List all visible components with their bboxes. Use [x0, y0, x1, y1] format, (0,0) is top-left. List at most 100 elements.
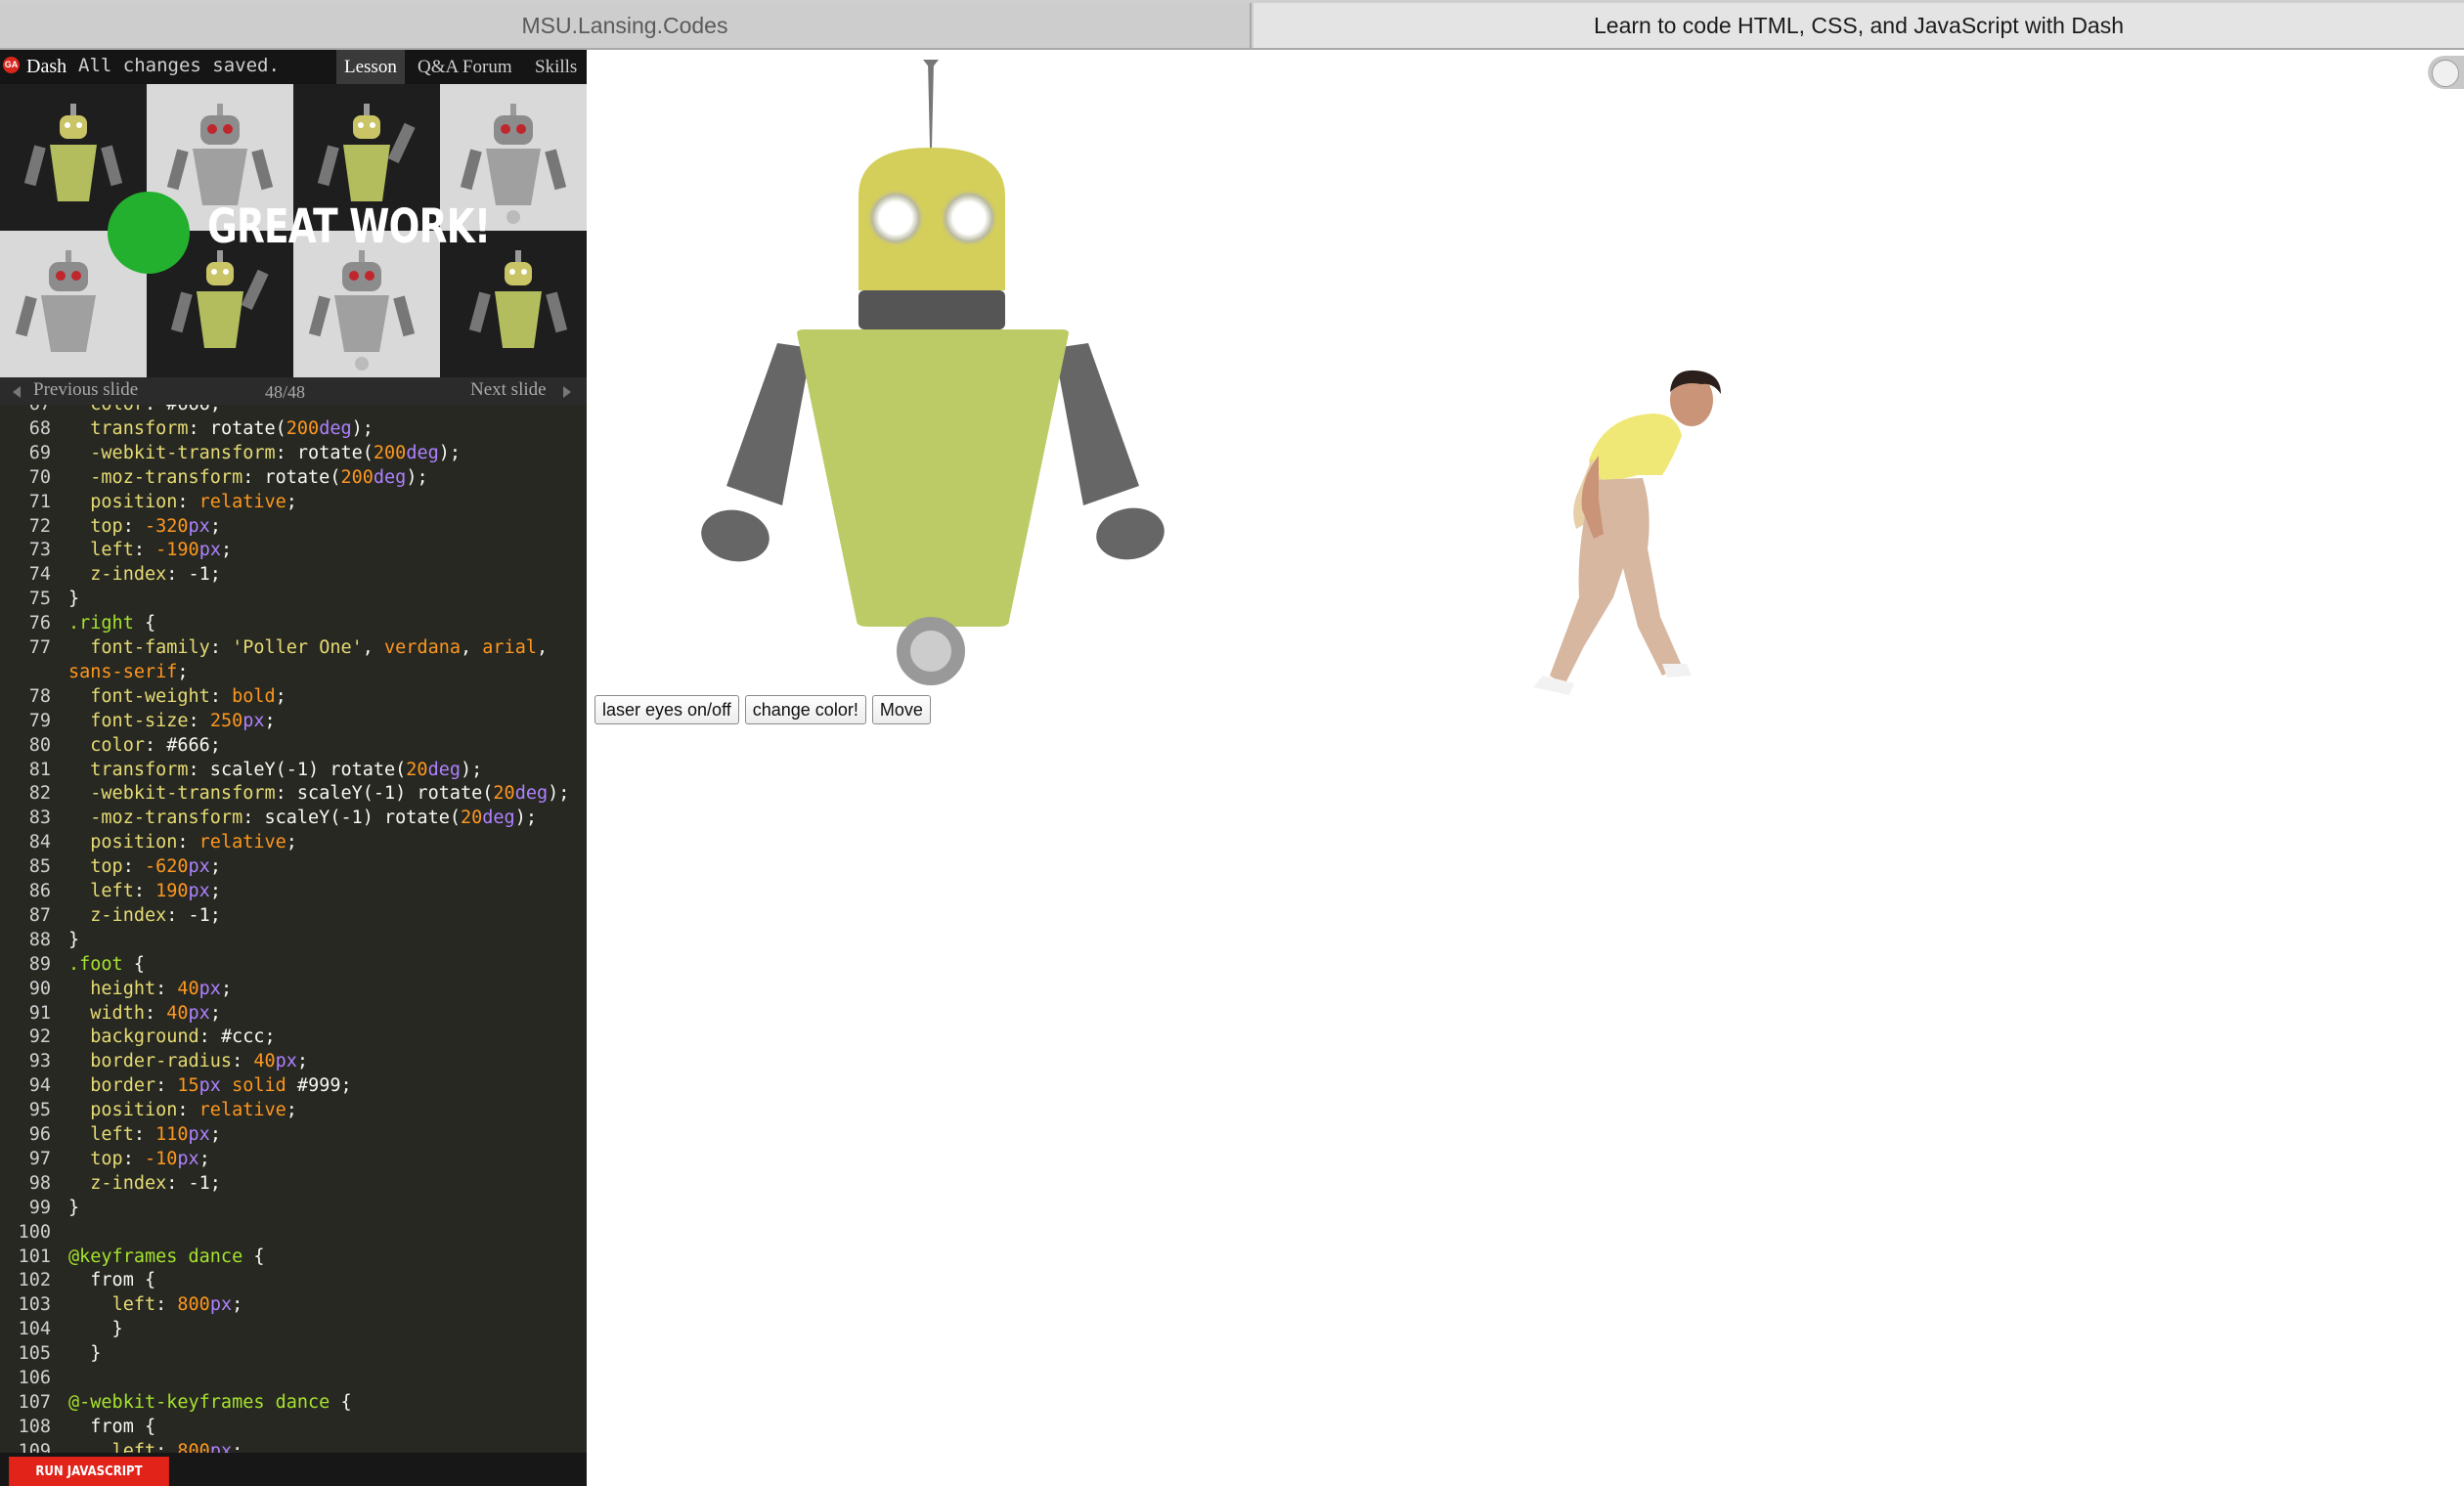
code-line[interactable]: 68 transform: rotate(200deg); — [0, 417, 587, 441]
code-line[interactable]: 102 from { — [0, 1269, 587, 1292]
code-line[interactable]: 84 position: relative; — [0, 831, 587, 854]
code-line[interactable]: 76 .right { — [0, 612, 587, 635]
line-number: 82 — [28, 783, 51, 805]
code-line[interactable]: 107 @-webkit-keyframes dance { — [0, 1391, 587, 1415]
code-line[interactable]: 90 height: 40px; — [0, 978, 587, 1001]
code-line[interactable]: 85 top: -620px; — [0, 855, 587, 879]
line-text: color: #666; — [68, 405, 221, 415]
code-line[interactable]: 79 font-size: 250px; — [0, 710, 587, 733]
preview-button-row: laser eyes on/off change color! Move — [594, 695, 931, 724]
code-line[interactable]: 109 left: 800px; — [0, 1440, 587, 1453]
code-line[interactable]: 71 position: relative; — [0, 491, 587, 514]
editor-panel: GA Dash All changes saved. Lesson Q&A Fo… — [0, 50, 587, 1486]
code-line[interactable]: 97 top: -10px; — [0, 1148, 587, 1171]
line-number: 70 — [28, 466, 51, 488]
line-text: position: relative; — [90, 1100, 297, 1121]
code-line[interactable]: 92 background: #ccc; — [0, 1026, 587, 1049]
code-line[interactable]: 74 z-index: -1; — [0, 563, 587, 587]
line-text: top: -10px; — [90, 1148, 210, 1169]
code-line[interactable]: 89 .foot { — [0, 953, 587, 977]
code-line[interactable]: 80 color: #666; — [0, 734, 587, 758]
code-line[interactable]: 87 z-index: -1; — [0, 904, 587, 928]
line-number: 69 — [28, 442, 51, 463]
move-button[interactable]: Move — [871, 695, 931, 724]
code-line[interactable]: 78 font-weight: bold; — [0, 685, 587, 709]
line-text: left: 800px; — [111, 1440, 243, 1453]
code-line[interactable]: 99} — [0, 1197, 587, 1220]
code-line[interactable]: 82 -webkit-transform: scaleY(-1) rotate(… — [0, 782, 587, 806]
robot-body — [797, 329, 1069, 627]
line-text: sans-serif; — [68, 661, 189, 682]
robot-right-arm — [1054, 343, 1139, 505]
code-line[interactable]: 104 } — [0, 1318, 587, 1341]
line-text: -moz-transform: rotate(200deg); — [90, 466, 428, 488]
line-number: 80 — [28, 734, 51, 756]
line-number: 89 — [28, 953, 51, 975]
line-text: from { — [68, 1270, 156, 1291]
code-line[interactable]: 96 left: 110px; — [0, 1123, 587, 1147]
line-number: 103 — [18, 1294, 51, 1316]
line-number: 101 — [18, 1246, 51, 1267]
code-line[interactable]: 77 font-family: 'Poller One', verdana, a… — [0, 636, 587, 660]
code-line[interactable]: 95 position: relative; — [0, 1099, 587, 1122]
line-number: 67 — [0, 405, 51, 416]
line-number: 91 — [28, 1002, 51, 1024]
robot-antenna — [928, 62, 934, 148]
line-number: 77 — [28, 637, 51, 658]
code-line[interactable]: 91 width: 40px; — [0, 1002, 587, 1026]
line-number: 93 — [28, 1051, 51, 1072]
line-number: 79 — [28, 710, 51, 731]
tab-skills[interactable]: Skills — [527, 50, 585, 84]
line-text: border-radius: 40px; — [90, 1051, 309, 1072]
code-line[interactable]: 94 border: 15px solid #999; — [0, 1074, 587, 1098]
code-line[interactable]: 72 top: -320px; — [0, 515, 587, 539]
line-text: } — [68, 1197, 80, 1218]
next-arrow-icon[interactable] — [563, 386, 571, 398]
browser-tab-dash[interactable]: Learn to code HTML, CSS, and JavaScript … — [1254, 3, 2464, 48]
code-line[interactable]: 69 -webkit-transform: rotate(200deg); — [0, 442, 587, 465]
tab-qa-forum[interactable]: Q&A Forum — [410, 50, 520, 84]
robot-left-arm — [726, 343, 812, 505]
code-line[interactable]: 67 color: #666; — [0, 405, 587, 416]
line-text: left: -190px; — [90, 540, 233, 561]
tab-lesson[interactable]: Lesson — [336, 50, 405, 84]
code-line[interactable]: 108 from { — [0, 1416, 587, 1439]
code-editor[interactable]: 67 color: #666;68 transform: rotate(200d… — [0, 405, 587, 1453]
code-line[interactable]: 106 — [0, 1367, 587, 1390]
robot[interactable] — [697, 60, 1168, 685]
line-number: 104 — [18, 1319, 51, 1340]
next-slide-link[interactable]: Next slide — [470, 379, 547, 401]
code-line[interactable]: 101 @keyframes dance { — [0, 1246, 587, 1269]
change-color-button[interactable]: change color! — [744, 695, 866, 724]
line-text: -moz-transform: scaleY(-1) rotate(20deg)… — [90, 808, 537, 829]
line-number: 95 — [28, 1100, 51, 1121]
run-javascript-button[interactable]: RUN JAVASCRIPT — [9, 1457, 169, 1486]
code-line[interactable]: 81 transform: scaleY(-1) rotate(20deg); — [0, 759, 587, 782]
code-line[interactable]: 86 left: 190px; — [0, 880, 587, 903]
code-line[interactable]: 100 — [0, 1221, 587, 1245]
code-line[interactable]: 70 -moz-transform: rotate(200deg); — [0, 466, 587, 490]
line-number: 76 — [28, 613, 51, 634]
laser-eyes-button[interactable]: laser eyes on/off — [594, 695, 739, 724]
code-line[interactable]: 73 left: -190px; — [0, 539, 587, 562]
brand-label[interactable]: Dash — [26, 56, 66, 78]
code-line[interactable]: sans-serif; — [0, 661, 587, 684]
code-line[interactable]: 98 z-index: -1; — [0, 1172, 587, 1196]
line-text: -webkit-transform: scaleY(-1) rotate(20d… — [90, 783, 570, 805]
previous-slide-link[interactable]: Previous slide — [33, 379, 138, 401]
previous-arrow-icon[interactable] — [13, 386, 21, 398]
line-text: position: relative; — [90, 491, 297, 512]
line-text: height: 40px; — [90, 978, 233, 999]
code-line[interactable]: 105 } — [0, 1342, 587, 1366]
code-line[interactable]: 83 -moz-transform: scaleY(-1) rotate(20d… — [0, 807, 587, 830]
line-number: 109 — [18, 1440, 51, 1453]
code-line[interactable]: 88} — [0, 929, 587, 952]
code-line[interactable]: 75} — [0, 588, 587, 611]
line-number: 106 — [18, 1368, 51, 1388]
line-text: } — [68, 1319, 123, 1340]
line-number: 87 — [28, 904, 51, 926]
robot-left-hand — [701, 509, 770, 562]
code-line[interactable]: 93 border-radius: 40px; — [0, 1050, 587, 1073]
code-line[interactable]: 103 left: 800px; — [0, 1293, 587, 1317]
browser-tab-msu[interactable]: MSU.Lansing.Codes — [0, 3, 1252, 48]
